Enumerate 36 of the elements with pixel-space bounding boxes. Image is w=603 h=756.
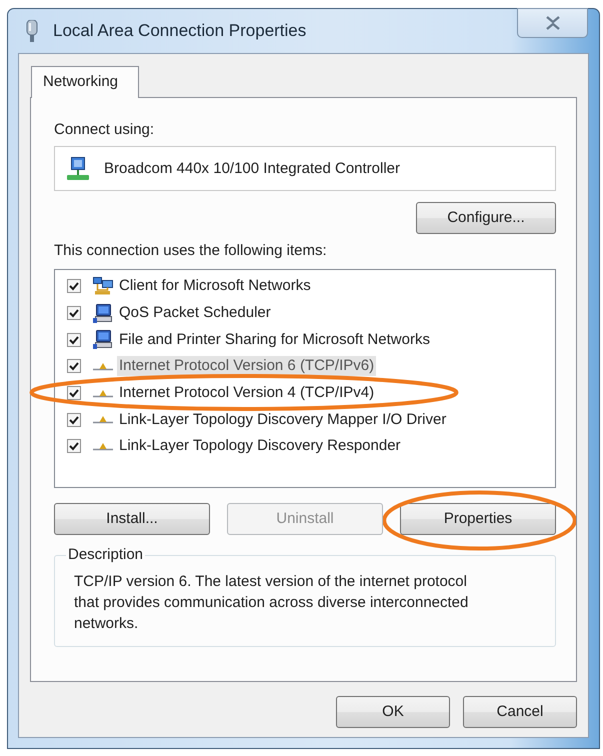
item-label[interactable]: Link-Layer Topology Discovery Mapper I/O Driver [117,410,448,430]
network-line-icon [93,388,113,398]
network-line-icon [93,362,113,371]
action-button[interactable]: Properties [400,503,556,535]
checkbox[interactable] [67,332,81,347]
network-line-icon [93,415,113,424]
item-label[interactable]: Client for Microsoft Networks [117,276,313,296]
item-label[interactable]: QoS Packet Scheduler [117,303,273,324]
section-label: Connect using: [54,121,154,139]
description-text: TCP/IP version 6. The latest version of the internet protocol that provides communication across diverse interconnected networks. [74,572,470,634]
item-label[interactable]: Link-Layer Topology Discovery Responder [117,436,403,456]
tab[interactable]: Networking [31,66,139,98]
window-title: Local Area Connection Properties [53,21,306,41]
checkbox[interactable] [67,386,81,400]
network-line-icon [93,442,113,451]
computer-icon [93,304,113,323]
network-adapter-icon [67,156,89,180]
item-label[interactable]: Internet Protocol Version 6 (TCP/IPv6) [117,356,376,376]
close-button[interactable] [517,8,588,38]
action-button[interactable]: Install... [54,503,210,535]
item-label[interactable]: File and Printer Sharing for Microsoft Networks [117,330,432,350]
checkbox[interactable] [67,359,81,374]
checkbox[interactable] [67,279,81,294]
checkbox[interactable] [67,439,81,454]
dialog-button[interactable]: Cancel [463,696,577,728]
network-computers-icon [93,277,113,296]
configure-button[interactable]: Configure... [416,202,556,234]
group-title: Description [67,546,144,564]
section-label: This connection uses the following items: [54,242,327,260]
computer-icon [93,330,113,350]
adapter-name: Broadcom 440x 10/100 Integrated Controller [104,160,400,178]
close-icon [544,16,560,30]
checkbox[interactable] [67,306,81,320]
plug-icon [25,20,39,42]
checkbox[interactable] [67,412,81,427]
dialog-button[interactable]: OK [336,696,450,728]
